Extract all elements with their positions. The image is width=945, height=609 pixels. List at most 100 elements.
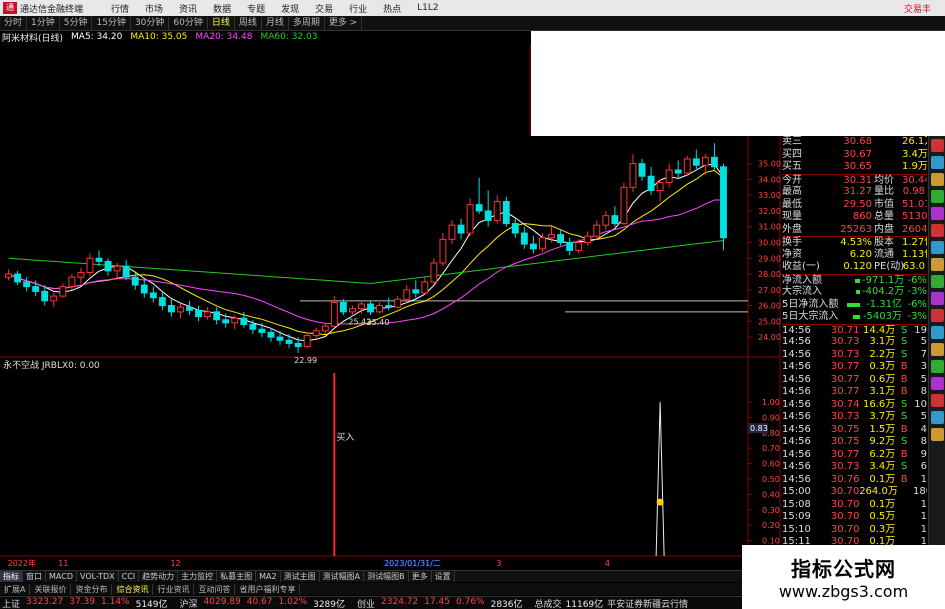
flow-value: -5403万 [862,311,902,322]
tick-price: 30.70 [830,498,860,510]
tick-time: 14:56 [782,436,811,447]
side-tool-icon[interactable] [930,428,944,441]
side-tool-icon[interactable] [930,309,944,322]
info-tab[interactable]: 扩展A [0,583,31,595]
candle-body [620,186,628,225]
indicator-tab[interactable]: 窗口 [23,571,46,582]
stat-row: 收益(一) 0.120 PE(动) 63.0 [782,261,927,274]
candle-body [701,156,709,166]
quote-row: 买五 30.65 1.9万 [782,161,927,174]
indicator-tab[interactable]: VOL-TDX [77,571,119,582]
flow-row: 5日净流入额 -1.31亿 -6% [782,299,927,312]
indicator-tick-label: 0.70 [762,444,780,453]
candle-body [611,215,619,225]
flow-row: 5日大宗流入 -5403万 -3% [782,311,927,324]
index-change: 17.45 [424,596,450,607]
indicator-tab[interactable]: CCI [119,571,140,582]
quote-value2: 30.44 [902,174,927,186]
side-tool-icon[interactable] [930,343,944,356]
quote-value2: 51.01亿 [902,198,927,210]
side-tool-icon[interactable] [930,241,944,254]
indicator-tab[interactable]: 主力监控 [178,571,218,582]
tick-volume: 3.4万 [869,461,896,472]
indicator-tab[interactable]: 指标 [0,571,23,582]
tick-time: 15:10 [782,523,811,535]
info-tab[interactable]: 关联报价 [30,583,72,595]
tick-row: 14:56 30.77 3.1万 B 8 [782,386,927,399]
side-tool-icon[interactable] [930,326,944,339]
tick-price: 30.70 [830,523,860,535]
quote-key: 买四 [782,148,802,160]
side-tool-icon[interactable] [930,292,944,305]
candle-body [475,204,483,212]
tick-time: 14:56 [782,373,811,385]
candle-body [484,210,492,221]
side-tool-icon[interactable] [930,173,944,186]
candle-body [249,324,257,330]
candle-body [511,223,519,234]
indicator-tab[interactable]: 测试幅图A [320,571,365,582]
tick-price: 30.77 [830,373,860,385]
current-value-label: 0.83 [750,424,768,433]
candle-body [303,335,311,348]
flow-row: 净流入额 -971.1万 -6% [782,273,927,287]
candle-body [321,325,329,332]
tick-volume: 0.5万 [869,511,896,522]
candle-body [412,289,420,294]
side-tool-icon[interactable] [930,224,944,237]
indicator-tab[interactable]: 测试主图 [281,571,320,582]
indicator-tab[interactable]: 私募主图 [217,571,257,582]
tick-time: 14:56 [782,348,811,360]
side-tool-icon[interactable] [930,377,944,390]
indicator-tab[interactable]: 更多 [409,571,432,582]
side-tool-icon[interactable] [930,258,944,271]
quote-key2: 总量 [874,211,894,222]
indicator-tab[interactable]: 设置 [432,571,455,582]
tick-side: B [900,373,908,385]
side-tool-icon[interactable] [930,190,944,203]
index-quote[interactable]: 创业 2324.72 17.45 0.76% 2836亿 [357,597,523,609]
info-tab[interactable]: 综合资讯 [112,583,154,595]
index-quote[interactable]: 上证 3323.27 37.39 1.14% 5149亿 [2,597,168,609]
side-tool-icon[interactable] [930,275,944,288]
side-tool-icon[interactable] [930,394,944,407]
info-tab[interactable]: 资金分布 [71,583,113,595]
tick-count: 180 [913,486,927,497]
tick-count: 8 [920,436,927,447]
indicator-tab[interactable]: MACD [46,571,77,582]
flow-value: -404.2万 [862,286,905,297]
index-change: 37.39 [69,596,95,607]
index-quote[interactable]: 沪深 4029.89 40.67 1.02% 3289亿 [180,597,346,609]
flow-pct: -6% [907,298,927,310]
flow-key: 5日净流入额 [782,298,839,310]
indicator-tick-label: 0.30 [762,506,780,515]
index-name: 创业 [357,599,376,609]
side-tool-icon[interactable] [930,411,944,424]
candle-body [720,166,727,239]
side-tool-icon[interactable] [930,139,944,152]
tick-time: 15:08 [782,498,811,510]
side-tool-icon[interactable] [930,360,944,373]
info-tab[interactable]: 行业资讯 [153,583,195,595]
side-tool-icon[interactable] [930,207,944,220]
candle-body [186,306,193,311]
tick-row: 14:56 30.73 3.7万 S 5 [782,411,927,424]
quote-key: 今开 [782,174,802,186]
tick-count: 8 [920,386,927,397]
time-axis-label: 3 [496,559,501,568]
news-ticker[interactable]: 平安证券新疆云行情 [607,597,688,609]
indicator-tab[interactable]: 测试幅图B [364,571,409,582]
candle-body [330,301,338,327]
indicator-tab[interactable]: 趋势动力 [139,571,179,582]
quote-key2: 均价 [874,174,894,186]
tick-row: 14:56 30.74 16.6万 S 10 [782,399,927,412]
tick-volume: 1.5万 [869,423,896,435]
indicator-tab[interactable]: MA2 [256,571,281,582]
candle-body [95,257,103,262]
side-toolbar [928,136,945,586]
info-tab[interactable]: 互动问答 [194,583,236,595]
info-tab[interactable]: 省用户福利专享 [235,583,301,595]
indicator-tick-label: 0.60 [762,460,780,469]
candle-body [177,306,184,313]
side-tool-icon[interactable] [930,156,944,169]
